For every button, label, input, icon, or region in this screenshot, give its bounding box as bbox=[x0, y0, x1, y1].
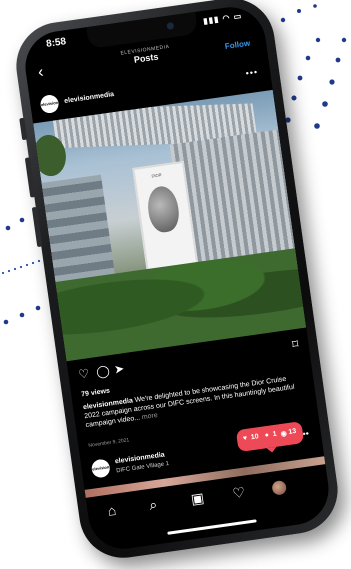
reels-icon[interactable]: ▣ bbox=[190, 489, 205, 508]
like-icon[interactable]: ♡ bbox=[78, 366, 91, 381]
comment-icon[interactable]: ◯ bbox=[95, 363, 110, 379]
view-count: 79 views bbox=[80, 387, 111, 399]
post-username[interactable]: elevisionmedia bbox=[64, 91, 115, 105]
followers-count: 1 bbox=[272, 430, 278, 439]
avatar[interactable]: elevision bbox=[39, 93, 60, 115]
comment-bubble-icon: ◉ bbox=[280, 430, 288, 439]
billboard-logo: DIOR bbox=[151, 172, 162, 179]
avatar[interactable]: elevision bbox=[90, 458, 111, 479]
save-icon[interactable]: ⌑ bbox=[291, 337, 299, 352]
search-icon[interactable]: ⌕ bbox=[148, 496, 158, 514]
profile-avatar-icon[interactable] bbox=[271, 479, 288, 499]
caption-more-link[interactable]: more bbox=[140, 412, 158, 421]
signal-wifi-battery-icon: ▮▮▮ ◠ ▭ bbox=[202, 11, 243, 26]
activity-heart-icon[interactable]: ♡ bbox=[231, 484, 246, 503]
share-icon[interactable]: ➤ bbox=[113, 361, 125, 376]
status-time: 8:58 bbox=[45, 36, 67, 50]
palm-tree bbox=[34, 127, 83, 193]
comments-count: 13 bbox=[288, 427, 297, 436]
likes-count: 10 bbox=[250, 433, 260, 442]
follow-button[interactable]: Follow bbox=[224, 39, 250, 51]
post-date: November 9, 2021 bbox=[88, 437, 130, 449]
heart-icon: ♥ bbox=[242, 434, 248, 443]
home-icon[interactable]: ⌂ bbox=[107, 502, 118, 519]
post-image[interactable]: DIOR bbox=[33, 89, 307, 362]
billboard-face bbox=[145, 184, 182, 235]
post-caption: elevisionmedia We're delighted to be sho… bbox=[83, 373, 305, 430]
more-options-icon[interactable]: ••• bbox=[245, 67, 259, 79]
person-icon: ● bbox=[264, 431, 270, 440]
